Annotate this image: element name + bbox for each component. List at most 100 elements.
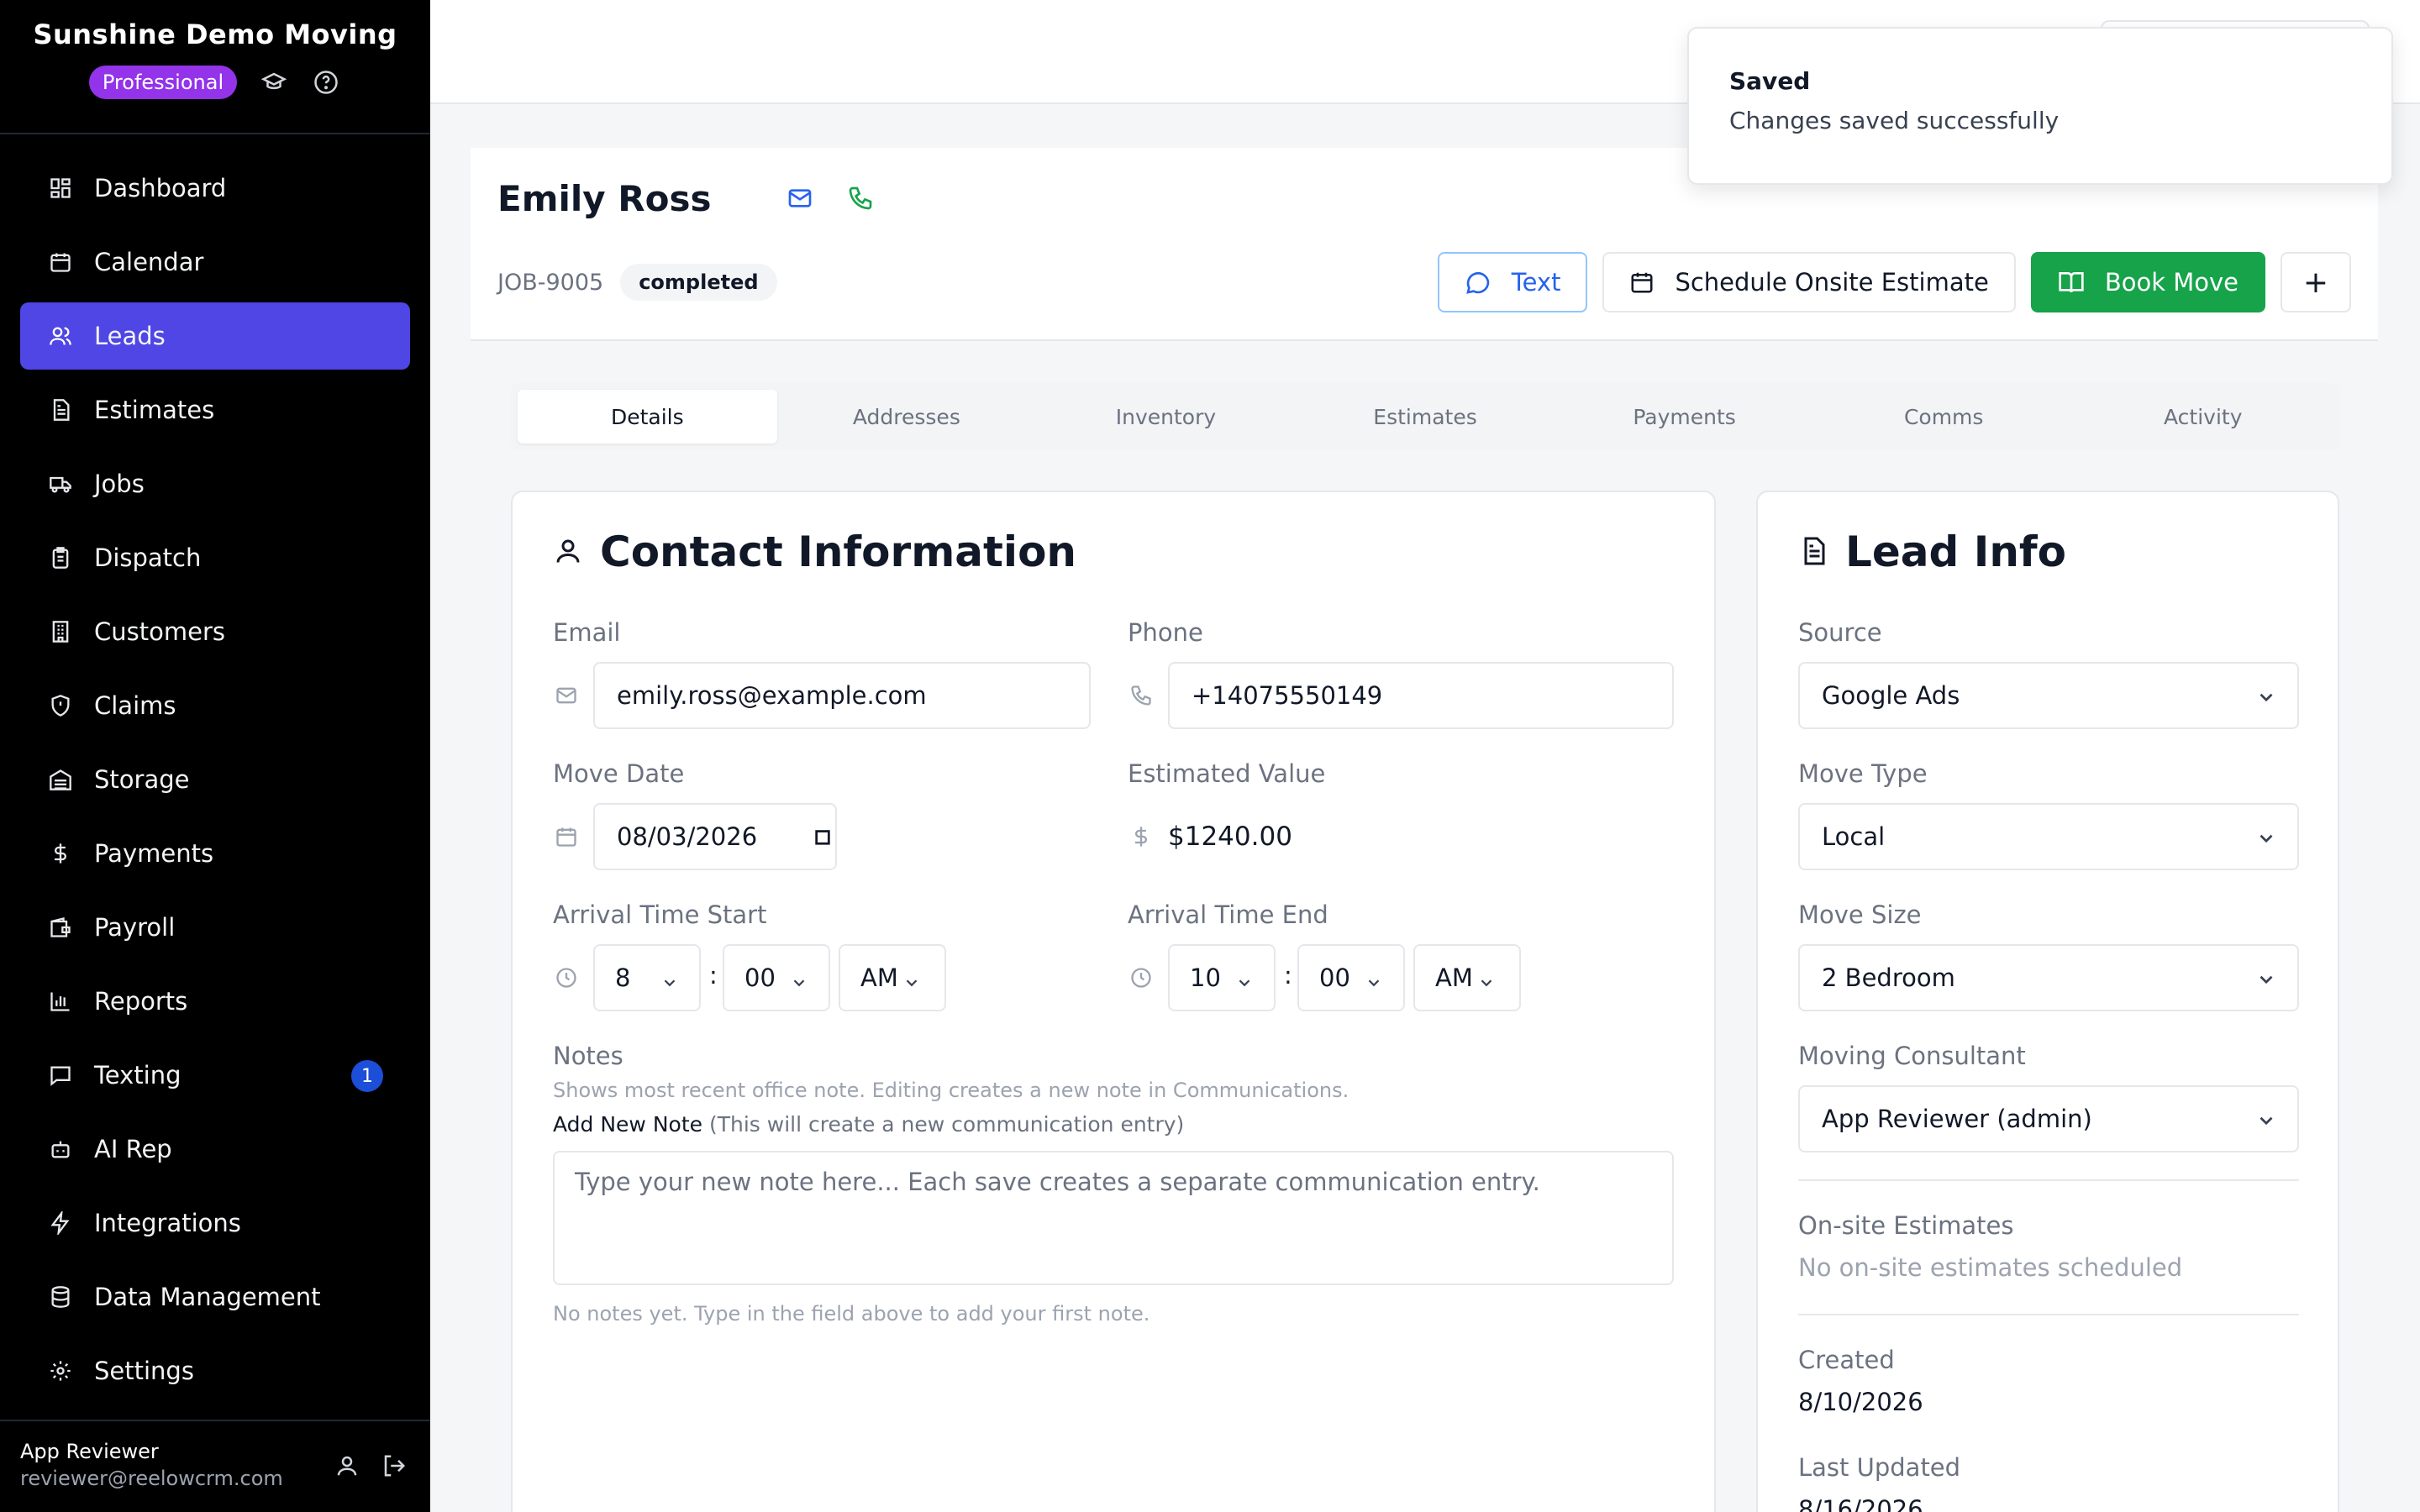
unread-count-badge: 1	[351, 1060, 383, 1092]
arrival-start-minute-select[interactable]: 00	[723, 944, 830, 1011]
sidebar-item-estimates[interactable]: Estimates	[20, 376, 410, 444]
calendar-icon	[1629, 270, 1655, 295]
tab-details[interactable]: Details	[518, 390, 777, 444]
tab-comms[interactable]: Comms	[1814, 390, 2074, 444]
sidebar-item-storage[interactable]: Storage	[20, 746, 410, 813]
tab-estimates[interactable]: Estimates	[1296, 390, 1555, 444]
more-actions-button[interactable]: +	[2281, 252, 2351, 312]
source-label: Source	[1798, 618, 1882, 647]
select-value: 2 Bedroom	[1822, 963, 1955, 992]
bot-icon	[47, 1136, 74, 1163]
estimated-value: $1240.00	[1168, 822, 1292, 852]
divider	[1798, 1314, 2299, 1315]
graduation-cap-icon[interactable]	[259, 67, 289, 97]
email-icon[interactable]	[786, 185, 813, 215]
tab-inventory[interactable]: Inventory	[1036, 390, 1296, 444]
sidebar-item-label: Dashboard	[94, 174, 227, 202]
contact-information-card: Contact Information Email emily.ross@exa…	[511, 491, 1716, 1512]
arrival-end-minute-select[interactable]: 00	[1297, 944, 1405, 1011]
move-type-select[interactable]: Local	[1798, 803, 2299, 870]
created-label: Created	[1798, 1346, 1895, 1374]
brand-name: Sunshine Demo Moving	[33, 18, 397, 50]
sidebar-item-jobs[interactable]: Jobs	[20, 450, 410, 517]
zap-icon	[47, 1210, 74, 1236]
sidebar-item-label: Payroll	[94, 913, 176, 942]
sidebar-item-label: Claims	[94, 691, 176, 720]
clock-icon	[553, 964, 580, 991]
no-notes-text: No notes yet. Type in the field above to…	[553, 1302, 1150, 1326]
arrival-start-hour-select[interactable]: 8	[593, 944, 701, 1011]
new-note-textarea[interactable]: Type your new note here... Each save cre…	[553, 1151, 1674, 1285]
arrival-end-hour-select[interactable]: 10	[1168, 944, 1276, 1011]
chevron-down-icon	[2255, 1109, 2277, 1137]
profile-icon[interactable]	[334, 1453, 360, 1482]
calendar-icon	[47, 249, 74, 276]
document-icon	[47, 396, 74, 423]
sidebar: Sunshine Demo Moving Professional Dashbo…	[0, 0, 430, 1512]
move-size-label: Move Size	[1798, 900, 1922, 929]
sidebar-item-customers[interactable]: Customers	[20, 598, 410, 665]
tab-payments[interactable]: Payments	[1555, 390, 1814, 444]
file-text-icon	[1798, 528, 1828, 576]
chevron-down-icon	[1235, 969, 1254, 998]
moving-consultant-select[interactable]: App Reviewer (admin)	[1798, 1085, 2299, 1152]
move-size-select[interactable]: 2 Bedroom	[1798, 944, 2299, 1011]
move-type-label: Move Type	[1798, 759, 1928, 788]
estimated-value-label: Estimated Value	[1128, 759, 1326, 788]
sidebar-item-data-management[interactable]: Data Management	[20, 1263, 410, 1331]
arrival-start-period-select[interactable]: AM	[839, 944, 946, 1011]
add-note-label: Add New Note (This will create a new com…	[553, 1112, 1184, 1137]
sidebar-item-dispatch[interactable]: Dispatch	[20, 524, 410, 591]
dashboard-icon	[47, 175, 74, 202]
sidebar-item-payments[interactable]: Payments	[20, 820, 410, 887]
sidebar-item-settings[interactable]: Settings	[20, 1337, 410, 1404]
sidebar-item-dashboard[interactable]: Dashboard	[20, 155, 410, 222]
date-picker-icon[interactable]	[813, 825, 832, 853]
sidebar-item-claims[interactable]: Claims	[20, 672, 410, 739]
chevron-down-icon	[2255, 827, 2277, 855]
divider	[1798, 1179, 2299, 1181]
phone-label: Phone	[1128, 618, 1203, 647]
calendar-icon	[553, 823, 580, 850]
sidebar-item-payroll[interactable]: Payroll	[20, 894, 410, 961]
move-date-input[interactable]: 08/03/2026	[593, 803, 837, 870]
sidebar-item-integrations[interactable]: Integrations	[20, 1189, 410, 1257]
last-updated-label: Last Updated	[1798, 1453, 1961, 1482]
text-button[interactable]: Text	[1437, 252, 1588, 312]
time-separator: :	[1284, 961, 1292, 990]
last-updated-date: 8/16/2026	[1798, 1495, 1923, 1512]
sidebar-item-texting[interactable]: Texting 1	[20, 1042, 410, 1109]
lead-info-card: Lead Info Source Google Ads Move Type Lo…	[1756, 491, 2339, 1512]
book-move-label: Book Move	[2104, 268, 2238, 297]
tab-activity[interactable]: Activity	[2073, 390, 2333, 444]
source-select[interactable]: Google Ads	[1798, 662, 2299, 729]
onsite-estimates-value: No on-site estimates scheduled	[1798, 1253, 2183, 1282]
logout-icon[interactable]	[381, 1453, 407, 1482]
tab-addresses[interactable]: Addresses	[777, 390, 1037, 444]
sidebar-item-calendar[interactable]: Calendar	[20, 228, 410, 296]
help-icon[interactable]	[311, 67, 341, 97]
warehouse-icon	[47, 766, 74, 793]
schedule-onsite-estimate-button[interactable]: Schedule Onsite Estimate	[1602, 252, 2016, 312]
message-circle-icon	[1465, 269, 1491, 296]
card-title: Contact Information	[600, 528, 1077, 576]
dollar-icon	[1128, 823, 1155, 850]
sidebar-item-label: Reports	[94, 987, 188, 1016]
sidebar-item-leads[interactable]: Leads	[20, 302, 410, 370]
job-id: JOB-9005	[497, 269, 604, 296]
phone-icon[interactable]	[847, 185, 874, 215]
email-field[interactable]: emily.ross@example.com	[593, 662, 1091, 729]
sidebar-item-ai-rep[interactable]: AI Rep	[20, 1116, 410, 1183]
sidebar-item-reports[interactable]: Reports	[20, 968, 410, 1035]
phone-field[interactable]: +14075550149	[1168, 662, 1674, 729]
email-label: Email	[553, 618, 621, 647]
dollar-icon	[47, 840, 74, 867]
lead-name: Emily Ross	[497, 178, 712, 219]
select-value: Local	[1822, 822, 1886, 851]
move-date-value: 08/03/2026	[617, 822, 758, 851]
arrival-end-period-select[interactable]: AM	[1413, 944, 1521, 1011]
success-toast[interactable]: Saved Changes saved successfully	[1687, 27, 2393, 185]
status-badge: completed	[620, 264, 777, 301]
sidebar-item-label: Dispatch	[94, 543, 202, 572]
book-move-button[interactable]: Book Move	[2030, 252, 2265, 312]
